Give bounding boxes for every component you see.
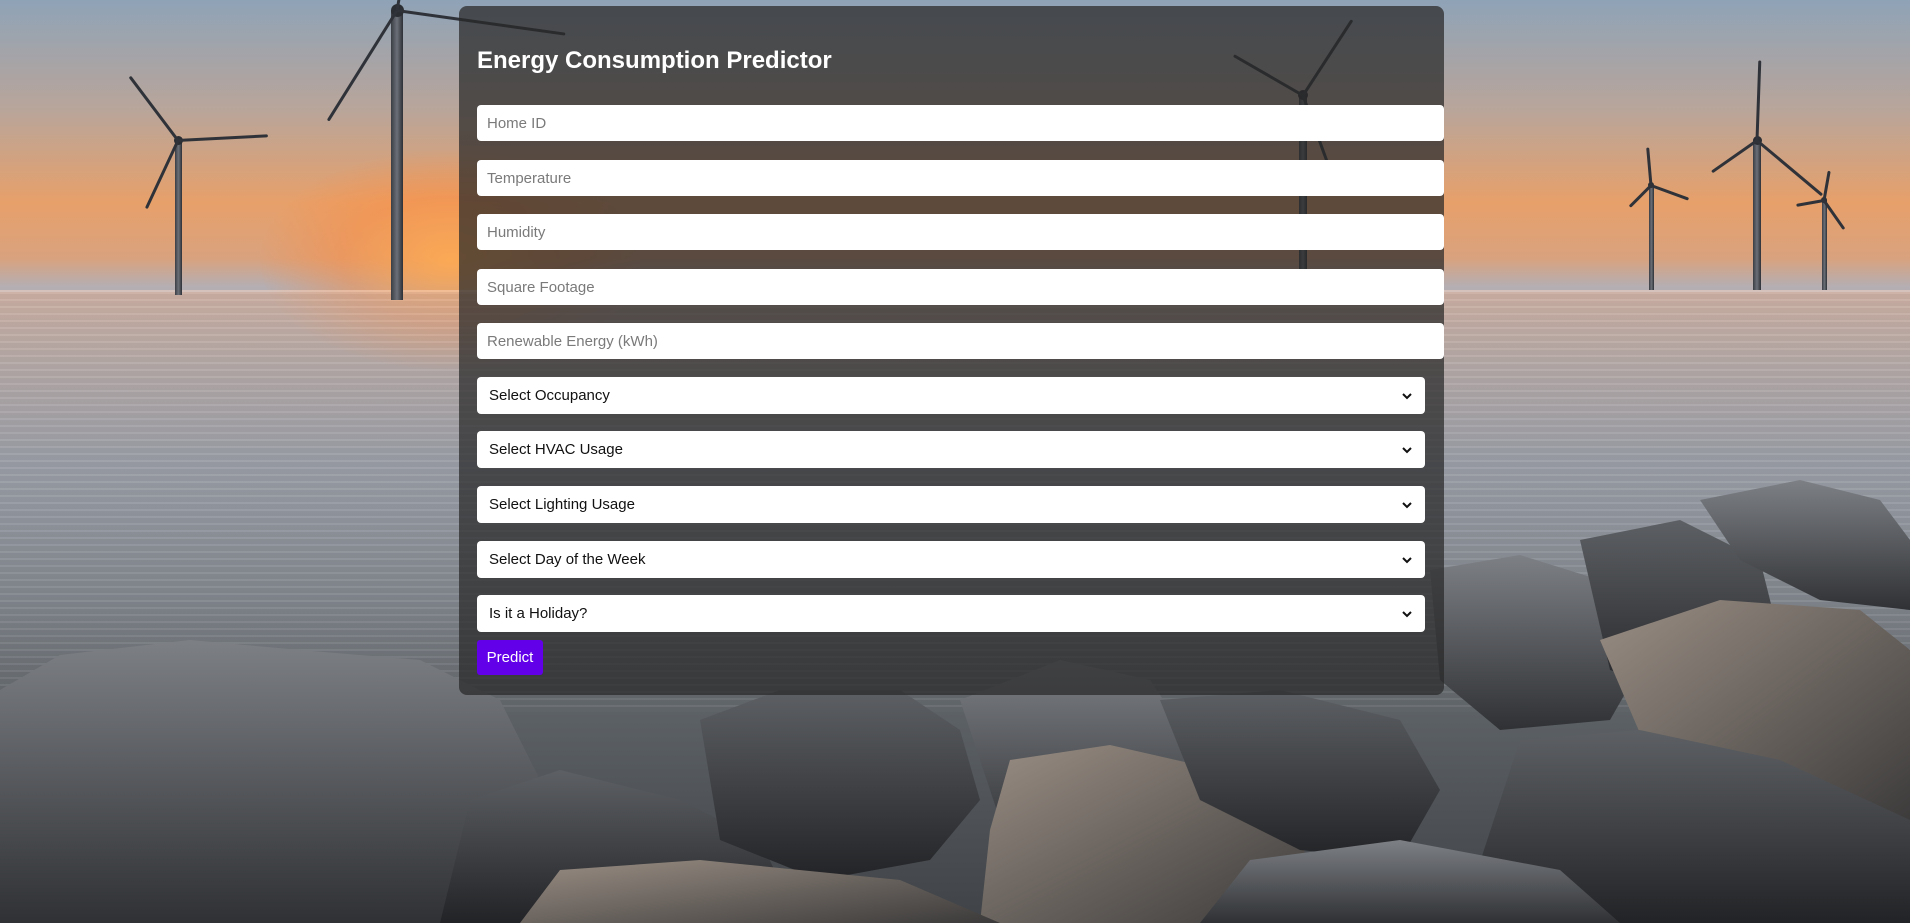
holiday-select[interactable]: Is it a Holiday? — [477, 595, 1425, 632]
chevron-down-icon — [1402, 392, 1412, 399]
renewable-energy-input[interactable] — [477, 323, 1444, 359]
chevron-down-icon — [1402, 501, 1412, 508]
humidity-input[interactable] — [477, 214, 1444, 250]
predict-button[interactable]: Predict — [477, 640, 543, 675]
predictor-form-panel: Energy Consumption Predictor Select Occu… — [459, 6, 1444, 695]
holiday-select-value: Is it a Holiday? — [489, 605, 588, 622]
temperature-input[interactable] — [477, 160, 1444, 196]
hvac-usage-select[interactable]: Select HVAC Usage — [477, 431, 1425, 468]
page-title: Energy Consumption Predictor — [477, 47, 832, 74]
hvac-usage-select-value: Select HVAC Usage — [489, 441, 623, 458]
chevron-down-icon — [1402, 446, 1412, 453]
lighting-usage-select[interactable]: Select Lighting Usage — [477, 486, 1425, 523]
home-id-input[interactable] — [477, 105, 1444, 141]
day-of-week-select-value: Select Day of the Week — [489, 551, 646, 568]
chevron-down-icon — [1402, 556, 1412, 563]
occupancy-select-value: Select Occupancy — [489, 387, 610, 404]
lighting-usage-select-value: Select Lighting Usage — [489, 496, 635, 513]
square-footage-input[interactable] — [477, 269, 1444, 305]
chevron-down-icon — [1402, 610, 1412, 617]
occupancy-select[interactable]: Select Occupancy — [477, 377, 1425, 414]
day-of-week-select[interactable]: Select Day of the Week — [477, 541, 1425, 578]
